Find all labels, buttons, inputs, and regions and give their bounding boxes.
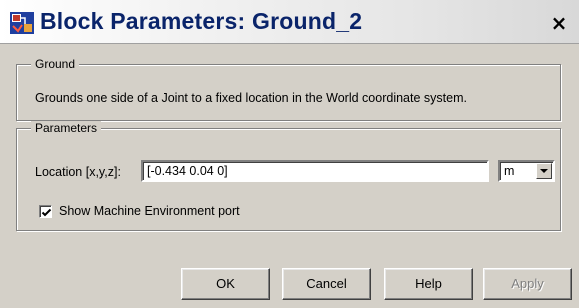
unit-select[interactable]: m (498, 160, 555, 182)
ground-group-legend: Ground (31, 57, 80, 72)
cancel-button[interactable]: Cancel (282, 268, 371, 300)
apply-button[interactable]: Apply (483, 268, 572, 300)
window-title: Block Parameters: Ground_2 (40, 8, 363, 34)
location-input[interactable] (141, 160, 489, 182)
location-label: Location [x,y,z]: (35, 165, 121, 179)
block-parameters-dialog: Block Parameters: Ground_2 × Ground Grou… (0, 0, 579, 308)
checkmark-icon (41, 208, 52, 217)
show-port-checkbox[interactable] (39, 205, 52, 218)
unit-selected-value: m (504, 164, 515, 178)
title-bar[interactable]: Block Parameters: Ground_2 × (0, 0, 579, 44)
ground-description: Grounds one side of a Joint to a fixed l… (35, 91, 467, 105)
help-button[interactable]: Help (384, 268, 473, 300)
show-port-label[interactable]: Show Machine Environment port (59, 204, 240, 218)
ground-group: Ground Grounds one side of a Joint to a … (16, 57, 561, 121)
simulink-block-icon (10, 12, 34, 34)
parameters-group-legend: Parameters (31, 121, 102, 136)
close-icon[interactable]: × (548, 13, 570, 35)
parameters-group: Parameters Location [x,y,z]: m Show Mach… (16, 121, 561, 231)
ok-button[interactable]: OK (181, 268, 270, 300)
chevron-down-icon[interactable] (536, 163, 552, 179)
